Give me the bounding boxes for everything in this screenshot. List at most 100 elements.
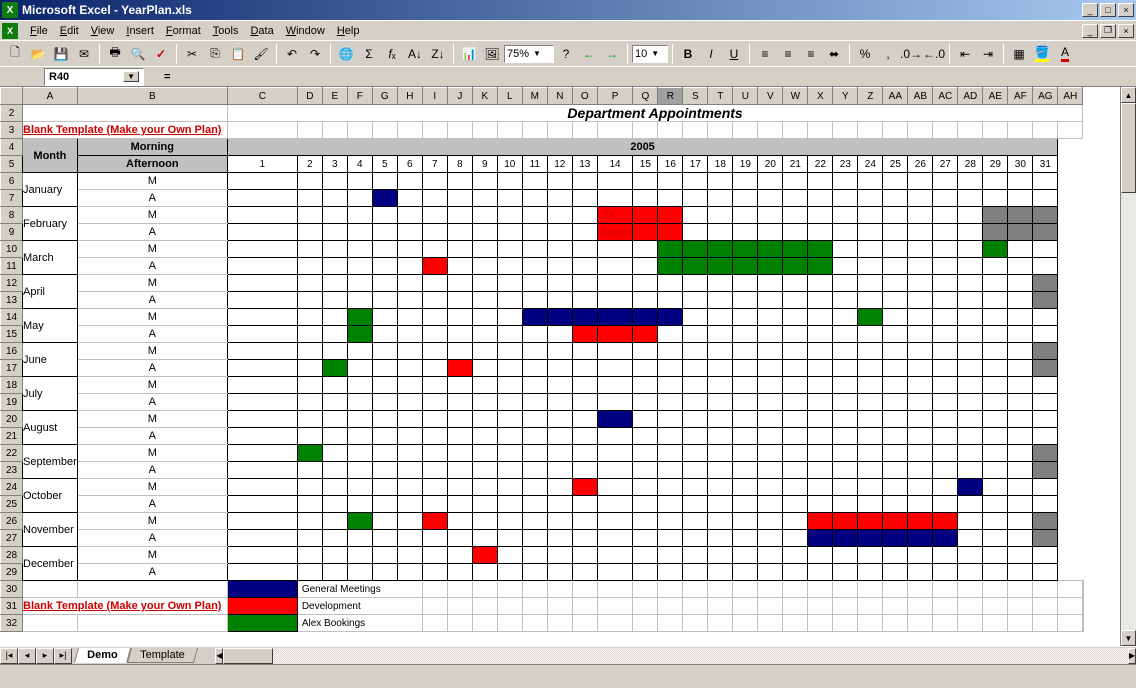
day-cell[interactable] (1008, 445, 1033, 462)
day-cell[interactable] (658, 224, 683, 241)
day-header-14[interactable]: 14 (597, 156, 633, 173)
day-cell[interactable] (372, 496, 397, 513)
day-cell[interactable] (572, 445, 597, 462)
cell[interactable] (733, 122, 758, 139)
day-cell[interactable] (633, 462, 658, 479)
day-cell[interactable] (1033, 496, 1058, 513)
day-cell[interactable] (733, 326, 758, 343)
day-cell[interactable] (958, 479, 983, 496)
day-cell[interactable] (597, 360, 633, 377)
row-header-28[interactable]: 28 (1, 547, 23, 564)
day-cell[interactable] (758, 207, 783, 224)
day-cell[interactable] (733, 530, 758, 547)
day-cell[interactable] (372, 530, 397, 547)
day-cell[interactable] (397, 547, 422, 564)
column-header-T[interactable]: T (708, 88, 733, 105)
column-header-N[interactable]: N (547, 88, 572, 105)
day-cell[interactable] (883, 343, 908, 360)
day-cell[interactable] (572, 224, 597, 241)
cell[interactable] (658, 122, 683, 139)
day-cell[interactable] (683, 207, 708, 224)
row-header-4[interactable]: 4 (1, 139, 23, 156)
day-cell[interactable] (572, 479, 597, 496)
day-cell[interactable] (572, 462, 597, 479)
day-cell[interactable] (322, 547, 347, 564)
day-cell[interactable] (983, 394, 1008, 411)
day-cell[interactable] (597, 564, 633, 581)
day-cell[interactable] (227, 496, 297, 513)
day-cell[interactable] (372, 309, 397, 326)
day-cell[interactable] (683, 394, 708, 411)
day-cell[interactable] (783, 564, 808, 581)
day-cell[interactable] (572, 309, 597, 326)
column-header-Q[interactable]: Q (633, 88, 658, 105)
day-cell[interactable] (758, 530, 783, 547)
cell[interactable] (708, 615, 733, 632)
cell[interactable] (1008, 122, 1033, 139)
day-cell[interactable] (808, 530, 833, 547)
day-header-30[interactable]: 30 (1008, 156, 1033, 173)
day-cell[interactable] (733, 190, 758, 207)
day-cell[interactable] (297, 224, 322, 241)
day-cell[interactable] (397, 496, 422, 513)
day-cell[interactable] (758, 292, 783, 309)
day-cell[interactable] (572, 411, 597, 428)
day-cell[interactable] (983, 496, 1008, 513)
day-cell[interactable] (547, 309, 572, 326)
row-header-3[interactable]: 3 (1, 122, 23, 139)
column-header-AA[interactable]: AA (883, 88, 908, 105)
day-cell[interactable] (633, 241, 658, 258)
day-cell[interactable] (883, 496, 908, 513)
cell[interactable] (633, 598, 658, 615)
day-cell[interactable] (1008, 394, 1033, 411)
cell[interactable] (497, 598, 522, 615)
day-cell[interactable] (933, 564, 958, 581)
increase-indent-button[interactable]: ⇥ (977, 43, 999, 65)
day-cell[interactable] (447, 343, 472, 360)
day-cell[interactable] (633, 309, 658, 326)
day-cell[interactable] (658, 326, 683, 343)
day-cell[interactable] (983, 224, 1008, 241)
day-cell[interactable] (497, 241, 522, 258)
day-cell[interactable] (297, 547, 322, 564)
day-cell[interactable] (808, 428, 833, 445)
day-cell[interactable] (758, 411, 783, 428)
day-header-17[interactable]: 17 (683, 156, 708, 173)
day-cell[interactable] (497, 292, 522, 309)
cell[interactable] (1033, 598, 1058, 615)
cell[interactable] (858, 598, 883, 615)
day-cell[interactable] (633, 326, 658, 343)
scroll-right-button[interactable]: ▶ (1128, 648, 1136, 664)
cell[interactable] (472, 615, 497, 632)
day-cell[interactable] (347, 513, 372, 530)
day-cell[interactable] (372, 343, 397, 360)
cell[interactable] (422, 122, 447, 139)
day-cell[interactable] (227, 326, 297, 343)
day-cell[interactable] (708, 343, 733, 360)
day-header-26[interactable]: 26 (908, 156, 933, 173)
day-cell[interactable] (758, 275, 783, 292)
cell[interactable] (633, 615, 658, 632)
cell[interactable] (497, 615, 522, 632)
day-cell[interactable] (1033, 411, 1058, 428)
day-header-11[interactable]: 11 (522, 156, 547, 173)
column-header-O[interactable]: O (572, 88, 597, 105)
day-cell[interactable]: Revision (597, 224, 633, 241)
cell[interactable] (958, 615, 983, 632)
cell[interactable] (933, 615, 958, 632)
day-cell[interactable] (322, 292, 347, 309)
day-cell[interactable] (372, 513, 397, 530)
align-left-button[interactable]: ≡ (754, 43, 776, 65)
day-cell[interactable] (472, 496, 497, 513)
day-cell[interactable] (447, 428, 472, 445)
day-cell[interactable] (833, 224, 858, 241)
day-cell[interactable] (958, 343, 983, 360)
cell[interactable] (783, 581, 808, 598)
day-cell[interactable] (397, 564, 422, 581)
day-cell[interactable] (858, 309, 883, 326)
day-header-13[interactable]: 13 (572, 156, 597, 173)
day-cell[interactable] (883, 411, 908, 428)
day-cell[interactable] (933, 292, 958, 309)
cell[interactable] (883, 581, 908, 598)
menu-view[interactable]: View (85, 23, 121, 39)
